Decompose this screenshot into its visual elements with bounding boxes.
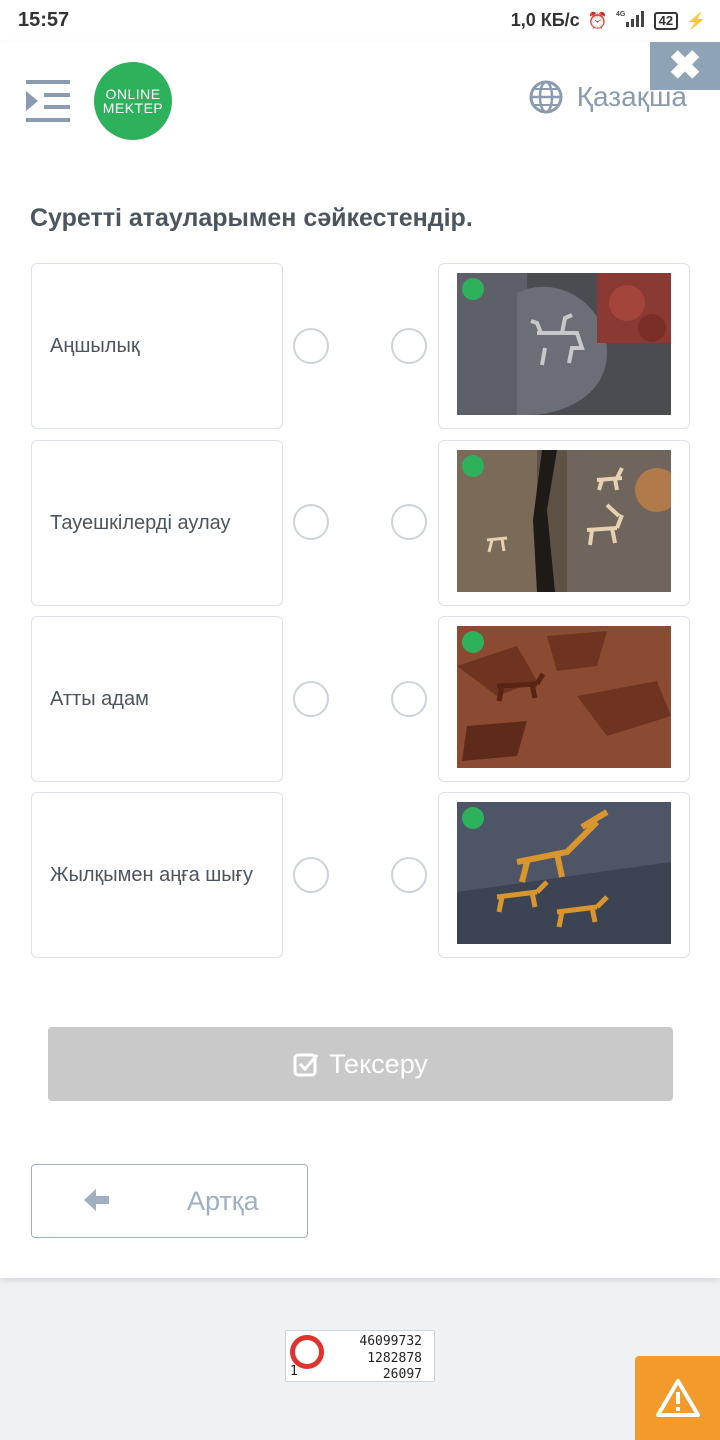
arrow-left-icon: [84, 1189, 109, 1211]
globe-icon: [529, 80, 563, 114]
close-button[interactable]: ✖: [650, 42, 720, 90]
image-item[interactable]: [438, 263, 690, 429]
checkbox-icon: [293, 1053, 319, 1077]
menu-button[interactable]: [26, 80, 70, 122]
alarm-icon: ⏰: [587, 12, 608, 30]
back-label: Артқа: [187, 1186, 259, 1216]
status-bar: 15:57 1,0 КБ/с ⏰ 4G 42 ⚡: [0, 0, 720, 42]
label-radio[interactable]: [293, 328, 329, 364]
label-radio[interactable]: [293, 857, 329, 893]
label-item[interactable]: Атты адам: [31, 616, 283, 782]
image-item[interactable]: [438, 440, 690, 606]
logo-line2: MEKTEP: [102, 100, 164, 116]
question-title: Суретті атауларымен сәйкестендір.: [30, 204, 473, 232]
status-time: 15:57: [18, 9, 70, 31]
petroglyph-horses-image: [457, 802, 671, 944]
label-item[interactable]: Тауешкілерді аулау: [31, 440, 283, 606]
report-problem-button[interactable]: [635, 1356, 720, 1440]
battery-level: 42: [658, 13, 674, 28]
network-type: 4G: [616, 11, 626, 18]
petroglyph-ibex-image: [457, 450, 671, 592]
label-item[interactable]: Жылқымен аңға шығу: [31, 792, 283, 958]
label-text: Атты адам: [50, 687, 149, 710]
label-text: Аңшылық: [50, 334, 140, 357]
label-radio[interactable]: [293, 681, 329, 717]
check-label: Тексеру: [329, 1048, 428, 1079]
counter-badge[interactable]: 46099732 1282878 1 26097: [285, 1330, 435, 1382]
petroglyph-hunt-image: [457, 626, 671, 768]
signal-icon: 4G: [616, 9, 646, 32]
label-item[interactable]: Аңшылық: [31, 263, 283, 429]
back-button[interactable]: Артқа: [31, 1164, 308, 1238]
image-radio[interactable]: [391, 504, 427, 540]
charging-icon: ⚡: [686, 12, 706, 30]
counter-line3-left: 1: [290, 1364, 298, 1379]
image-item[interactable]: [438, 616, 690, 782]
label-text: Тауешкілерді аулау: [50, 511, 231, 534]
counter-line3-right: 26097: [382, 1367, 422, 1382]
status-icons: 1,0 КБ/с ⏰ 4G 42 ⚡: [511, 9, 706, 32]
online-mektep-logo[interactable]: ONLINE MEKTEP: [94, 62, 172, 140]
label-text: Жылқымен аңға шығу: [50, 863, 253, 886]
image-item[interactable]: [438, 792, 690, 958]
label-radio[interactable]: [293, 504, 329, 540]
counter-line1: 46099732: [359, 1334, 422, 1349]
petroglyph-rider-image: [457, 273, 671, 415]
close-icon: ✖: [668, 44, 702, 88]
battery-icon: 42: [653, 11, 679, 30]
menu-indent-icon: [26, 80, 70, 122]
image-radio[interactable]: [391, 681, 427, 717]
check-button[interactable]: Тексеру: [48, 1027, 673, 1101]
logo-line1: ONLINE: [105, 86, 161, 102]
image-radio[interactable]: [391, 328, 427, 364]
counter-line2: 1282878: [367, 1351, 422, 1366]
network-speed: 1,0 КБ/с: [510, 10, 580, 30]
image-radio[interactable]: [391, 857, 427, 893]
warning-icon: [655, 1379, 700, 1417]
